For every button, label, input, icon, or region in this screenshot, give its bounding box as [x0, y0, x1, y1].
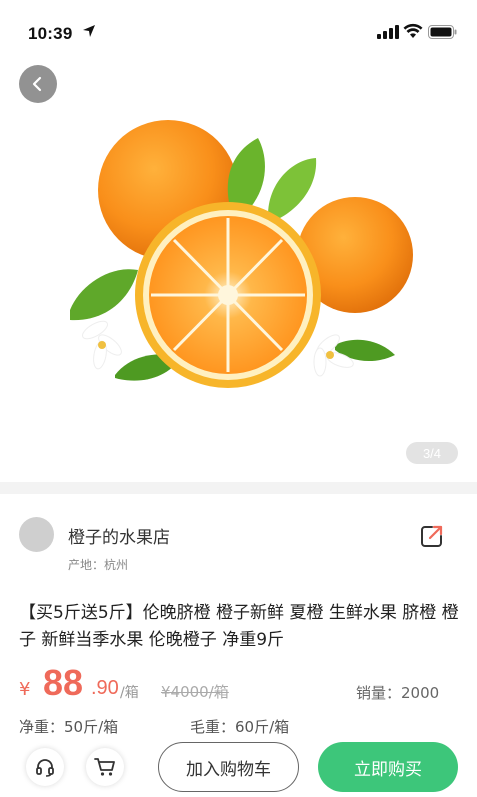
net-weight: 净重：50斤/箱 — [19, 718, 119, 736]
wifi-icon — [403, 23, 423, 38]
shop-avatar[interactable] — [19, 517, 54, 552]
signal-icon — [377, 25, 399, 39]
sales-count: 销量：2000 — [356, 684, 440, 702]
product-image[interactable] — [0, 62, 477, 482]
battery-icon — [428, 25, 457, 39]
status-time: 10:39 — [28, 24, 73, 43]
price-currency: ¥ — [19, 679, 31, 700]
product-title: 【买5斤送5斤】伦晚脐橙 橙子新鲜 夏橙 生鲜水果 脐橙 橙子 新鲜当季水果 伦… — [19, 603, 459, 650]
customer-service-button[interactable] — [26, 748, 64, 786]
add-to-cart-button[interactable]: 加入购物车 — [158, 742, 299, 792]
share-icon[interactable] — [419, 523, 445, 549]
price-decimal: .90 — [91, 677, 119, 699]
back-button[interactable] — [19, 65, 57, 103]
status-bar: 10:39 — [0, 0, 477, 62]
orange-illustration — [70, 120, 413, 388]
headset-icon — [36, 759, 54, 777]
price-unit: /箱 — [120, 685, 139, 701]
section-divider — [0, 482, 477, 494]
original-price: ¥4000/箱 — [161, 683, 229, 701]
gross-weight: 毛重：60斤/箱 — [190, 718, 290, 736]
cart-icon — [94, 758, 115, 776]
image-counter: 3/4 — [406, 442, 458, 464]
product-origin: 产地：杭州 — [68, 558, 129, 572]
cart-button[interactable] — [86, 748, 124, 786]
price-integer: 88 — [43, 662, 84, 703]
shop-name[interactable]: 橙子的水果店 — [68, 523, 170, 548]
back-icon — [32, 76, 42, 92]
location-arrow-icon — [83, 25, 95, 37]
buy-now-button[interactable]: 立即购买 — [318, 742, 458, 792]
